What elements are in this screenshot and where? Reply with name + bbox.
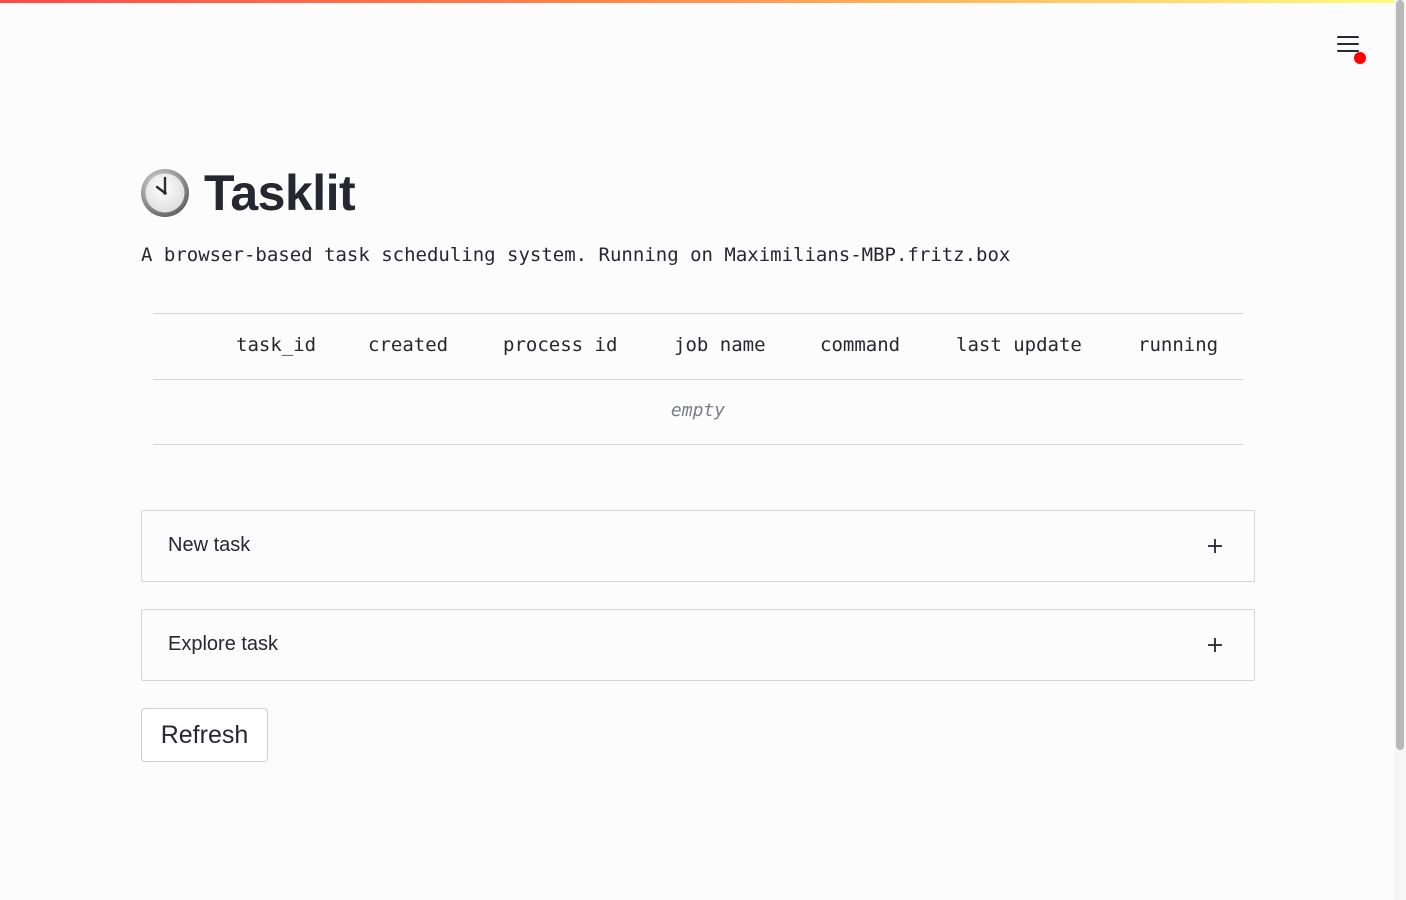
column-header-job-name[interactable]: job name (674, 334, 766, 356)
main-menu-button[interactable] (1334, 30, 1368, 64)
hamburger-menu-icon (1337, 43, 1359, 45)
table-header-row: task_id created process id job name comm… (153, 314, 1243, 380)
column-header-last-update[interactable]: last update (956, 334, 1082, 356)
explore-task-expander-label: Explore task (168, 633, 279, 655)
plus-icon (1208, 638, 1222, 652)
column-header-running[interactable]: running (1138, 334, 1218, 356)
top-decoration-bar (0, 0, 1406, 3)
hamburger-menu-icon (1337, 50, 1359, 52)
new-task-expander-label: New task (168, 534, 251, 556)
table-body: empty (153, 380, 1243, 445)
column-header-command[interactable]: command (820, 334, 900, 356)
title-row: Tasklit (140, 163, 356, 223)
notification-dot (1354, 52, 1366, 64)
page-title: Tasklit (204, 165, 356, 221)
table-empty-message: empty (670, 400, 726, 421)
explore-task-expander[interactable]: Explore task (141, 609, 1255, 681)
clock-icon (141, 169, 189, 217)
column-header-process-id[interactable]: process id (503, 334, 617, 356)
plus-icon (1208, 539, 1222, 553)
hamburger-menu-icon (1337, 36, 1359, 38)
new-task-expander[interactable]: New task (141, 510, 1255, 582)
refresh-button[interactable]: Refresh (141, 708, 268, 762)
column-header-created[interactable]: created (368, 334, 448, 356)
scrollbar-thumb[interactable] (1396, 0, 1404, 750)
tasks-table: task_id created process id job name comm… (153, 313, 1243, 445)
page-subtitle: A browser-based task scheduling system. … (141, 244, 1011, 266)
column-header-task-id[interactable]: task_id (236, 334, 316, 356)
